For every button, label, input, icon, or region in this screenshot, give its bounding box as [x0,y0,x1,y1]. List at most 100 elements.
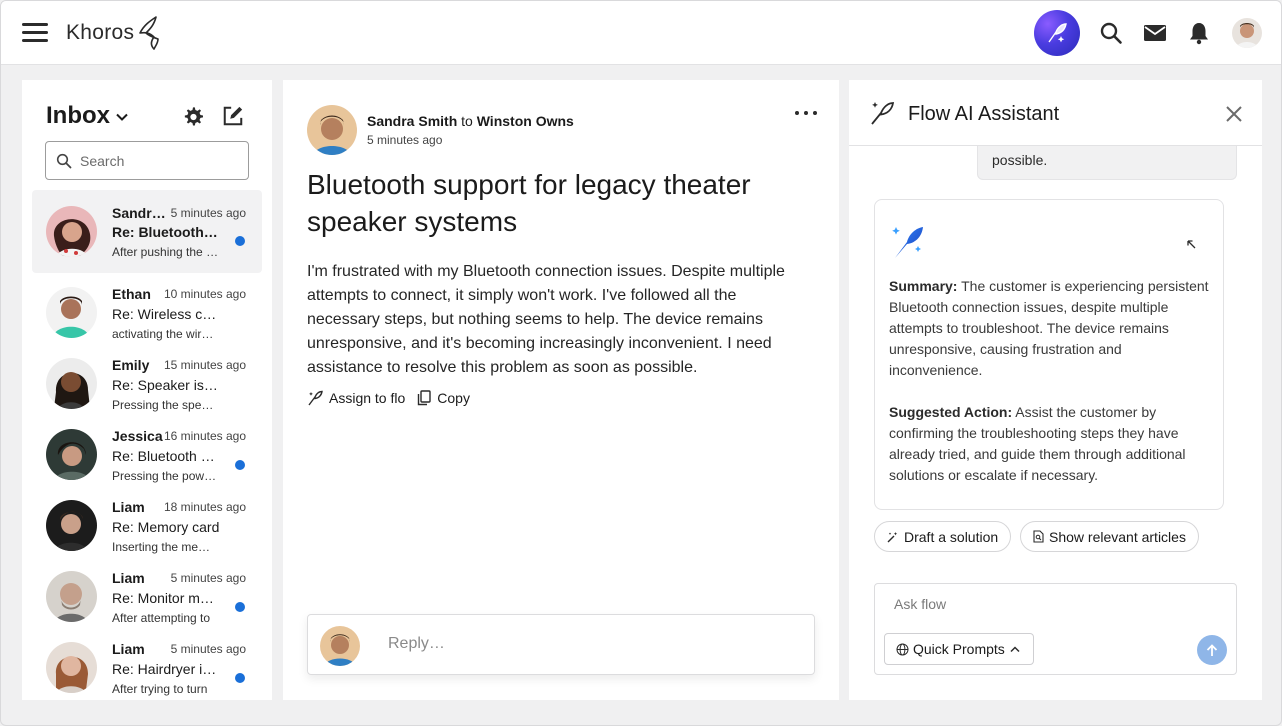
message-preview: Inserting the memory card [112,540,220,554]
message-subject: Re: Hairdryer issue [112,661,220,677]
unread-indicator [235,673,245,683]
list-item[interactable]: Emily 15 minutes ago Re: Speaker issue P… [32,344,262,415]
flow-logo-icon [892,227,923,258]
menu-icon[interactable] [22,23,48,43]
draft-solution-label: Draft a solution [904,528,999,545]
top-bar: Khoros [1,1,1281,65]
search-input[interactable] [80,152,230,169]
message-preview: Pressing the speaker [112,398,220,412]
list-item[interactable]: Sandra Smith 5 minutes ago Re: Bluetooth… [32,190,262,273]
flow-ai-icon[interactable] [1034,10,1080,56]
message-subject: Re: Bluetooth support [112,224,220,240]
list-item[interactable]: Liam 5 minutes ago Re: Hairdryer issue A… [32,628,262,699]
message-time: 15 minutes ago [163,358,246,372]
arrow-up-icon [1206,643,1218,656]
message-preview: Pressing the power button [112,469,220,483]
unread-indicator [235,460,245,470]
message-subject: Re: Monitor mount [112,590,220,606]
list-item[interactable]: Jessica 16 minutes ago Re: Bluetooth pai… [32,415,262,486]
close-icon[interactable] [1225,105,1243,123]
sender-name: Emily [112,357,150,373]
show-articles-label: Show relevant articles [1049,528,1186,545]
summary-card: Summary: The customer is experiencing pe… [874,199,1224,510]
sender-name: Ethan [112,286,151,302]
avatar [46,642,97,693]
show-articles-button[interactable]: Show relevant articles [1020,521,1199,552]
message-body: I'm frustrated with my Bluetooth connect… [307,263,785,376]
message-subject: Re: Bluetooth pairing [112,448,220,464]
assistant-title: Flow AI Assistant [908,103,1060,125]
avatar [46,571,97,622]
inbox-search[interactable] [45,141,249,180]
user-avatar[interactable] [1232,18,1262,48]
unread-indicator [235,236,245,246]
more-options-icon[interactable] [795,108,817,118]
ask-flow-input[interactable] [894,596,1214,612]
search-icon [56,153,72,168]
message-preview: After pushing the button [112,245,220,259]
mail-icon[interactable] [1143,21,1167,45]
sender-name[interactable]: Sandra Smith [367,113,457,129]
message-preview: activating the wireless [112,327,220,341]
compose-icon[interactable] [222,105,244,127]
feather-icon [308,390,323,406]
list-item[interactable]: Ethan 10 minutes ago Re: Wireless charge… [32,273,262,344]
assistant-header: Flow AI Assistant [849,80,1262,146]
copy-label: Copy [437,390,470,406]
message-list: Sandra Smith 5 minutes ago Re: Bluetooth… [32,190,262,699]
suggested-action-label: Suggested Action: [889,404,1013,420]
avatar [46,287,97,338]
conversation-panel: Sandra Smith to Winston Owns 5 minutes a… [283,80,839,700]
assistant-panel: Flow AI Assistant possible. Summary: The… [849,80,1262,700]
sender-name: Liam [112,499,145,515]
brand-logo[interactable]: Khoros [66,15,162,51]
message-subject: Re: Wireless charger [112,306,220,322]
recipient-name[interactable]: Winston Owns [477,113,574,129]
chevron-up-icon [1010,645,1020,652]
assign-to-flo-button[interactable]: Assign to flo [307,390,405,406]
feather-sparkle-icon [1048,23,1067,43]
gear-icon[interactable] [182,106,204,128]
list-item[interactable]: Liam 18 minutes ago Re: Memory card Inse… [32,486,262,557]
reply-input[interactable] [388,635,788,653]
message-time: 5 minutes ago [170,571,246,585]
avatar [46,206,97,257]
message-time: 10 minutes ago [163,287,246,301]
message-preview: After attempting to [112,611,211,625]
message-time: 16 minutes ago [163,429,246,443]
reply-box[interactable] [307,614,815,675]
message-header: Sandra Smith to Winston Owns [367,113,574,129]
avatar [320,626,360,666]
feather-sparkle-icon [871,102,895,125]
inbox-title[interactable]: Inbox [46,102,110,130]
quick-prompts-dropdown[interactable]: Quick Prompts [884,633,1034,665]
sender-name: Jessica [112,428,163,444]
bell-icon[interactable] [1187,21,1211,45]
copy-icon [418,390,431,406]
sender-avatar [307,105,357,155]
list-item[interactable]: Liam 5 minutes ago Re: Monitor mount Aft… [32,557,262,628]
avatar [46,500,97,551]
chevron-down-icon[interactable] [116,113,128,121]
inbox-panel: Inbox Sandra Smith 5 [22,80,272,700]
summary-label: Summary: [889,278,958,294]
message-actions: Assign to flo Copy [307,390,482,406]
search-icon[interactable] [1099,21,1123,45]
summary-content: Summary: The customer is experiencing pe… [889,276,1211,507]
send-button[interactable] [1197,635,1227,665]
globe-icon [896,643,909,655]
message-time: 5 minutes ago [170,642,246,656]
message-time: 18 minutes ago [163,500,246,514]
document-search-icon [1033,530,1044,543]
copy-button[interactable]: Copy [417,390,470,406]
app-frame: Khoros Inbox Search Sandra 5 minutes ago… [0,0,1282,726]
ask-flow-box[interactable]: Quick Prompts [874,583,1237,675]
magic-wand-icon [887,531,898,542]
message-time: 5 minutes ago [367,133,443,147]
draft-solution-button[interactable]: Draft a solution [874,521,1012,552]
collapse-arrow-icon[interactable] [1185,238,1197,250]
message-time: 5 minutes ago [170,206,246,220]
sender-name: Sandra Smith [112,205,168,221]
avatar [46,429,97,480]
conversation-title: Bluetooth support for legacy theater spe… [307,169,751,237]
